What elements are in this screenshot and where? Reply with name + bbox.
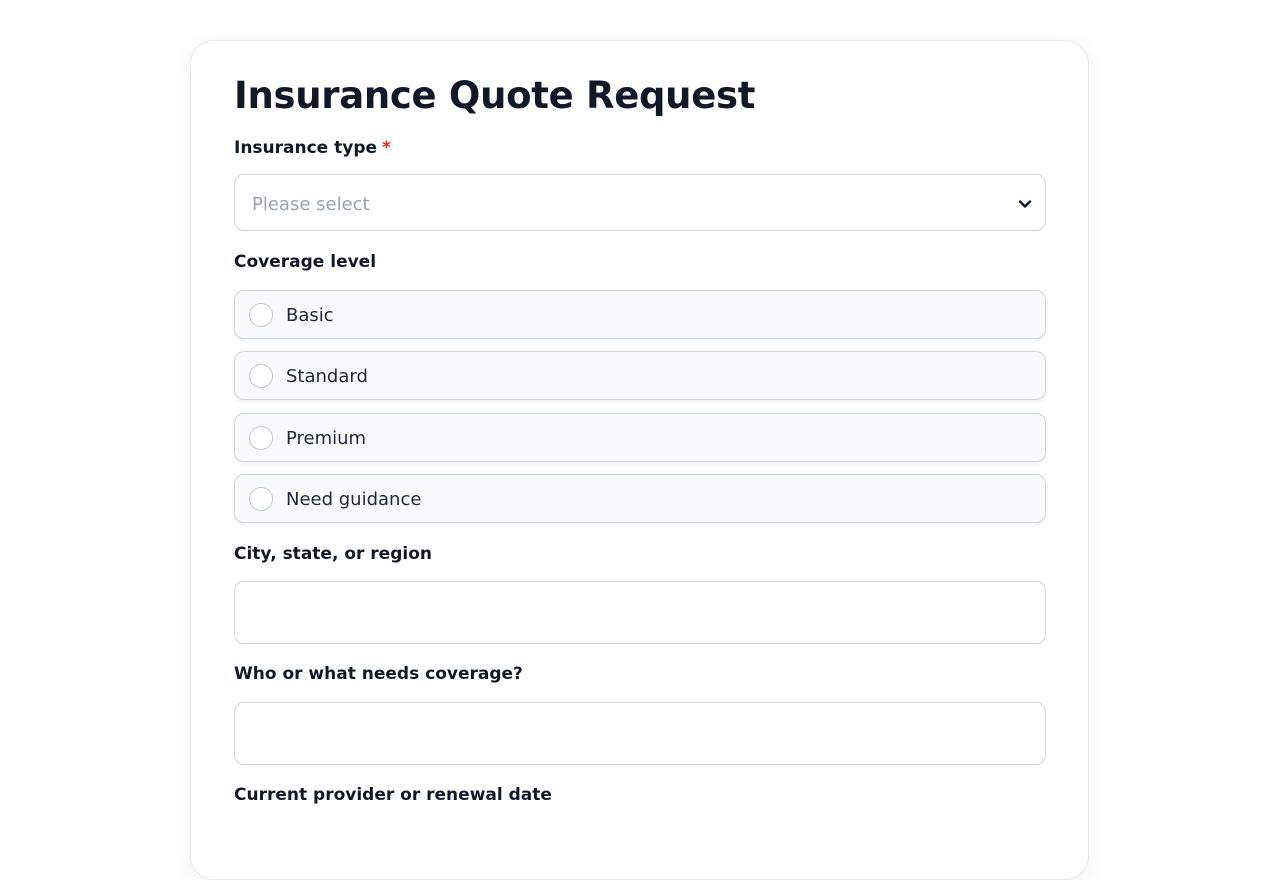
coverage-option-label: Premium bbox=[286, 428, 367, 449]
coverage-level-label: Coverage level bbox=[234, 252, 377, 272]
location-label: City, state, or region bbox=[234, 544, 432, 564]
coverage-option-basic[interactable]: Basic bbox=[234, 290, 1046, 339]
required-asterisk: * bbox=[382, 138, 391, 158]
insurance-type-label: Insurance type * bbox=[234, 138, 391, 158]
location-input[interactable] bbox=[234, 581, 1046, 644]
current-provider-label: Current provider or renewal date bbox=[234, 785, 552, 805]
quote-form-card: Insurance Quote Request Insurance type * … bbox=[190, 40, 1089, 880]
coverage-option-standard[interactable]: Standard bbox=[234, 351, 1046, 400]
coverage-option-premium[interactable]: Premium bbox=[234, 413, 1046, 462]
coverage-subject-label: Who or what needs coverage? bbox=[234, 664, 523, 684]
coverage-option-need-guidance[interactable]: Need guidance bbox=[234, 474, 1046, 523]
coverage-option-label: Standard bbox=[286, 366, 368, 387]
radio-button[interactable] bbox=[249, 426, 273, 450]
page-title: Insurance Quote Request bbox=[234, 74, 756, 117]
coverage-option-label: Basic bbox=[286, 305, 334, 326]
coverage-option-label: Need guidance bbox=[286, 489, 422, 510]
radio-button[interactable] bbox=[249, 364, 273, 388]
insurance-type-label-text: Insurance type bbox=[234, 138, 378, 158]
insurance-type-select[interactable]: Please select bbox=[234, 174, 1046, 231]
radio-button[interactable] bbox=[249, 487, 273, 511]
coverage-subject-input[interactable] bbox=[234, 702, 1046, 765]
insurance-type-placeholder: Please select bbox=[252, 194, 370, 215]
radio-button[interactable] bbox=[249, 303, 273, 327]
chevron-down-icon bbox=[1018, 200, 1032, 208]
